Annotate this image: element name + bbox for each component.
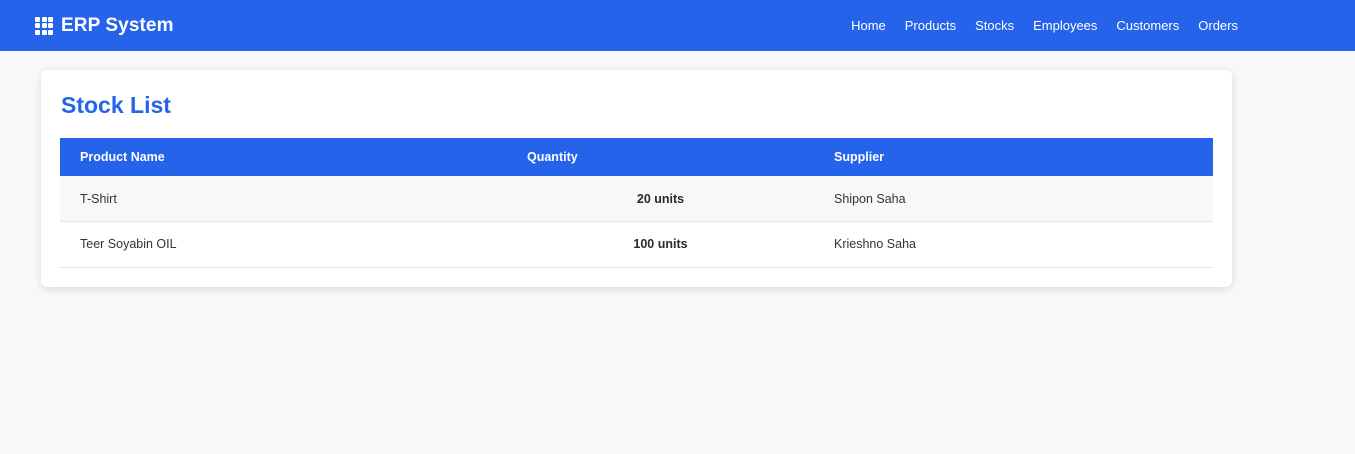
brand-title: ERP System [61, 14, 174, 36]
cell-product-name: Teer Soyabin OIL [80, 237, 177, 252]
table-row: T-Shirt 20 units Shipon Saha [60, 176, 1213, 222]
nav-link-orders[interactable]: Orders [1198, 18, 1238, 33]
stock-list-card: Stock List Product Name Quantity Supplie… [41, 70, 1232, 287]
column-header-product-name: Product Name [80, 150, 165, 164]
column-header-supplier: Supplier [834, 150, 885, 164]
table-header: Product Name Quantity Supplier [60, 138, 1213, 176]
nav-link-customers[interactable]: Customers [1116, 18, 1179, 33]
cell-quantity: 20 units [636, 191, 685, 206]
cell-supplier: Krieshno Saha [834, 237, 917, 252]
nav-links: Home Products Stocks Employees Customers… [832, 0, 1238, 51]
nav-link-home[interactable]: Home [851, 18, 886, 33]
nav-link-employees[interactable]: Employees [1033, 18, 1097, 33]
grid-icon [35, 16, 53, 35]
nav-link-stocks[interactable]: Stocks [975, 18, 1014, 33]
cell-supplier: Shipon Saha [834, 191, 906, 206]
page-title: Stock List [61, 92, 171, 118]
table-header-row: Product Name Quantity Supplier [60, 138, 1213, 176]
column-header-quantity: Quantity [527, 150, 578, 164]
stock-table: Product Name Quantity Supplier T-Shirt 2… [60, 138, 1213, 268]
cell-quantity: 100 units [633, 237, 688, 252]
brand-link[interactable]: ERP System [35, 0, 174, 51]
top-navbar: ERP System Home Products Stocks Employee… [0, 0, 1355, 51]
table-body: T-Shirt 20 units Shipon Saha Teer Soyabi… [60, 176, 1213, 267]
nav-link-products[interactable]: Products [905, 18, 956, 33]
cell-product-name: T-Shirt [80, 191, 117, 206]
table-row: Teer Soyabin OIL 100 units Krieshno Saha [60, 221, 1213, 267]
